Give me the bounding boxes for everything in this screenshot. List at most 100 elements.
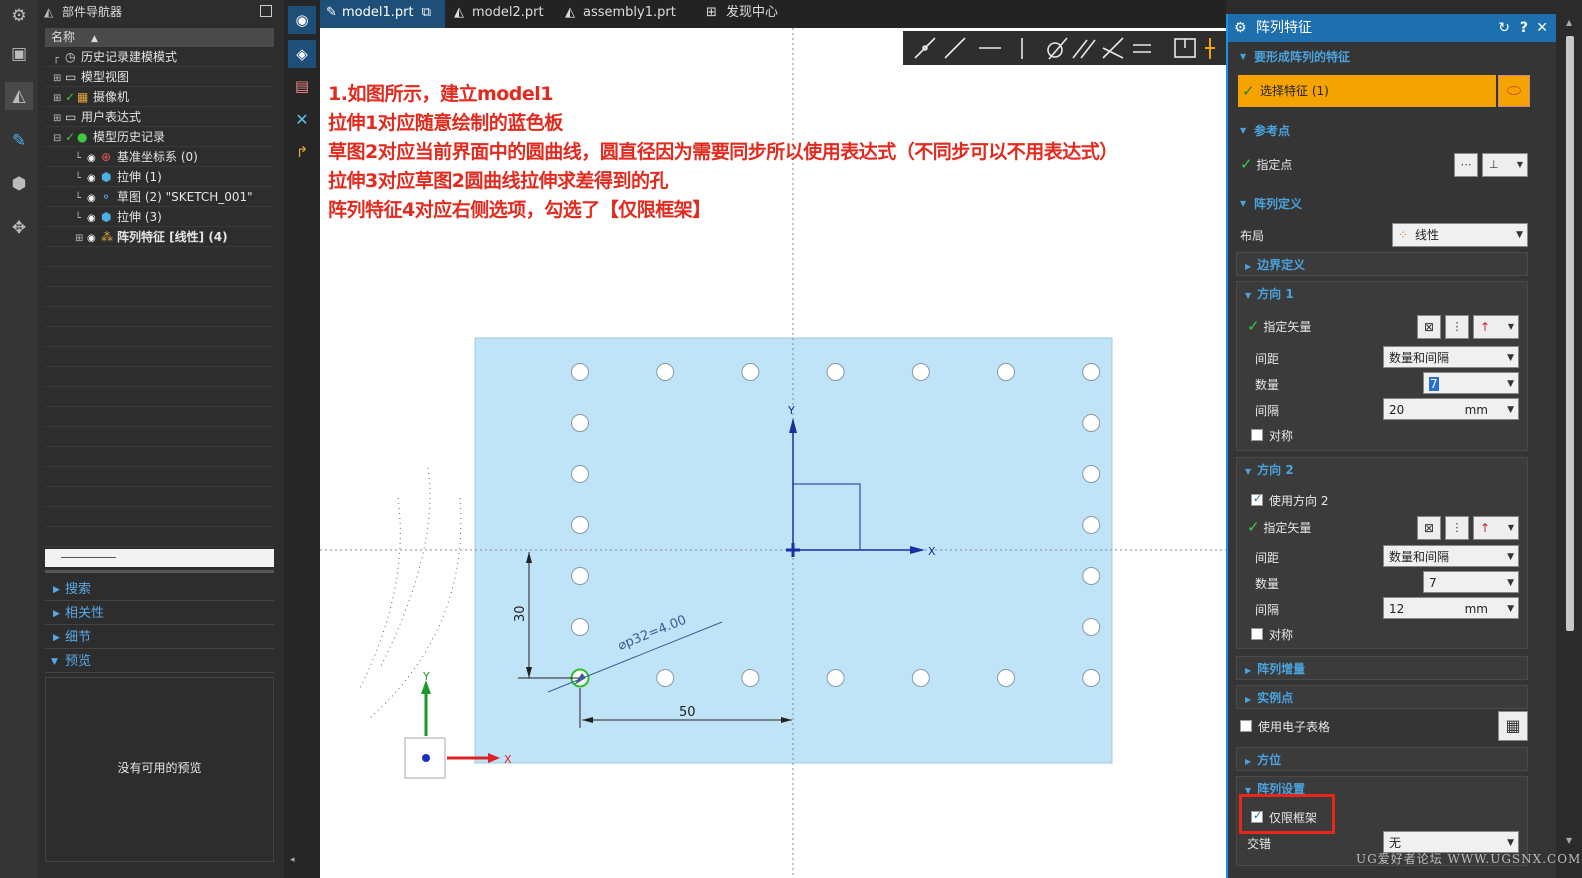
tree-node[interactable]: ┌ ◷ 历史记录建模模式 <box>45 47 274 67</box>
expand-icon[interactable]: └ <box>75 169 87 189</box>
pattern-hole[interactable] <box>1082 669 1101 687</box>
expand-icon[interactable]: ⊞ <box>75 229 87 249</box>
dir2-pitch-field[interactable]: 12 mm ▼ <box>1383 597 1519 619</box>
tree-node[interactable]: └ ◉ ⊕ 基准坐标系 (0) <box>45 147 274 167</box>
tree-node[interactable]: ⊞ ▭ 模型视图 <box>45 67 274 87</box>
tab-model1[interactable]: ✎ model1.prt ⧉ ✕ <box>320 0 445 46</box>
part-navigator-icon[interactable]: ◭ <box>5 82 33 110</box>
dialog-scrollbar[interactable]: ▲ ▼ <box>1560 14 1582 878</box>
pattern-hole[interactable] <box>1082 363 1101 381</box>
pattern-hole[interactable] <box>826 363 845 381</box>
expand-icon[interactable]: ⊟ <box>53 129 65 149</box>
section-details[interactable]: ▶ 细节 <box>45 627 274 649</box>
visibility-check-icon[interactable]: ✓ <box>65 127 77 147</box>
curve-icon[interactable]: ↱ <box>288 138 316 166</box>
visibility-check-icon[interactable]: ✓ <box>65 87 77 107</box>
scroll-down-icon[interactable]: ▼ <box>1566 836 1572 845</box>
expand-icon[interactable]: ⊞ <box>53 89 65 109</box>
pattern-hole[interactable] <box>571 618 589 636</box>
expand-icon[interactable]: ⊞ <box>53 69 65 89</box>
orientation-panel[interactable]: ▶ 方位 <box>1236 747 1528 771</box>
dir1-pitch-field[interactable]: 20 mm ▼ <box>1383 398 1519 420</box>
vector-type-dropdown[interactable]: ↑ ▼ <box>1473 315 1519 339</box>
use-spreadsheet-checkbox[interactable] <box>1240 720 1252 732</box>
tab-assembly1[interactable]: ◭ assembly1.prt ⧉ <box>561 0 691 46</box>
pattern-hole[interactable] <box>997 669 1015 687</box>
layer-icon[interactable]: ◈ <box>288 40 316 68</box>
pattern-hole[interactable] <box>656 363 675 381</box>
settings-icon[interactable]: ⚙ <box>5 2 33 30</box>
pattern-hole[interactable] <box>571 414 589 432</box>
pattern-hole[interactable] <box>911 363 930 381</box>
pattern-hole[interactable] <box>1082 414 1101 432</box>
collapse-icon[interactable]: ◂ <box>290 855 295 865</box>
boundary-definition-panel[interactable]: ▶ 边界定义 <box>1236 252 1528 276</box>
dir2-spacing-dropdown[interactable]: 数量和间隔 ▼ <box>1383 545 1519 567</box>
dir1-symmetric-checkbox[interactable] <box>1251 429 1263 441</box>
spreadsheet-icon[interactable]: ▦ <box>1498 711 1528 741</box>
pattern-hole[interactable] <box>571 465 589 483</box>
scroll-up-icon[interactable]: ▲ <box>1566 18 1572 27</box>
expand-icon[interactable]: └ <box>75 209 87 229</box>
direction2-header[interactable]: ▼ 方向 2 <box>1245 460 1294 482</box>
visibility-eye-icon[interactable]: ◉ <box>87 209 101 229</box>
tree-node[interactable]: ⊞ ▭ 用户表达式 <box>45 107 274 127</box>
pattern-hole[interactable] <box>826 669 845 687</box>
section-search[interactable]: ▶ 搜索 <box>45 579 274 601</box>
expand-icon[interactable]: └ <box>75 149 87 169</box>
visibility-eye-icon[interactable]: ◉ <box>87 189 101 209</box>
feature-selector-icon[interactable]: ⬭ <box>1498 75 1530 107</box>
tree-node[interactable]: └ ◉ ⬢ 拉伸 (3) <box>45 207 274 227</box>
section-features-to-pattern[interactable]: ▼ 要形成阵列的特征 <box>1238 46 1542 68</box>
pattern-hole[interactable] <box>1082 516 1101 534</box>
vector-type-dropdown[interactable]: ↑ ▼ <box>1473 516 1519 540</box>
point-dialog-icon[interactable]: ⋯ <box>1454 153 1478 177</box>
reuse-library-icon[interactable]: ⬢ <box>5 170 33 198</box>
section-dependency[interactable]: ▶ 相关性 <box>45 603 274 625</box>
layout-dropdown[interactable]: ⁘ 线性 ▼ <box>1392 223 1528 247</box>
pattern-hole[interactable] <box>571 567 589 585</box>
pattern-increment-panel[interactable]: ▶ 阵列增量 <box>1236 656 1528 680</box>
dir1-count-field[interactable]: 7 ▼ <box>1423 372 1519 394</box>
dir2-count-field[interactable]: 7 ▼ <box>1423 571 1519 593</box>
render-mode-icon[interactable]: ◉ <box>288 6 316 34</box>
reverse-direction-icon[interactable]: ⊠ <box>1417 315 1441 339</box>
pattern-hole[interactable] <box>571 516 589 534</box>
pattern-hole[interactable] <box>1082 465 1101 483</box>
maximize-icon[interactable] <box>260 5 272 17</box>
point-type-dropdown[interactable]: ⊥ ▼ <box>1482 153 1528 177</box>
scroll-thumb[interactable] <box>1566 36 1574 631</box>
visibility-eye-icon[interactable]: ◉ <box>87 169 101 189</box>
assembly-navigator-icon[interactable]: ▣ <box>5 40 33 68</box>
pattern-hole[interactable] <box>741 669 760 687</box>
part-color-icon[interactable]: ▤ <box>288 72 316 100</box>
tree-node[interactable]: └ ◉ ⚬ 草图 (2) "SKETCH_001" <box>45 187 274 207</box>
use-direction2-checkbox[interactable] <box>1251 492 1263 506</box>
tree-node[interactable]: ⊞ ✓ ▦ 摄像机 <box>45 87 274 107</box>
section-preview[interactable]: ▼ 预览 <box>45 651 274 673</box>
expand-icon[interactable]: └ <box>75 189 87 209</box>
tree-node[interactable]: └ ◉ ⬢ 拉伸 (1) <box>45 167 274 187</box>
visibility-eye-icon[interactable]: ◉ <box>87 149 101 169</box>
tree-node[interactable]: ⊟ ✓ ● 模型历史记录 <box>45 127 274 147</box>
reset-icon[interactable]: ↻ <box>1498 14 1510 42</box>
dir1-spacing-dropdown[interactable]: 数量和间隔 ▼ <box>1383 346 1519 368</box>
help-icon[interactable]: ? <box>1520 14 1528 42</box>
tab-model2[interactable]: ◭ model2.prt <box>450 0 560 28</box>
section-pattern-definition[interactable]: ▼ 阵列定义 <box>1238 193 1542 215</box>
tree-node[interactable]: ⊞ ◉ ⁂ 阵列特征 [线性] (4) <box>45 227 274 247</box>
selection-icon[interactable]: ✕ <box>288 106 316 134</box>
navigator-splitter[interactable] <box>45 549 274 567</box>
section-reference-point[interactable]: ▼ 参考点 <box>1238 120 1542 142</box>
graphics-window[interactable]: Y X 30 50 ⌀p32=4.00 Y X 1.如图所示，建立model1 … <box>320 28 1226 878</box>
direction1-header[interactable]: ▼ 方向 1 <box>1245 284 1294 306</box>
instance-points-panel[interactable]: ▶ 实例点 <box>1236 685 1528 709</box>
dir2-symmetric-checkbox[interactable] <box>1251 628 1263 640</box>
pattern-hole[interactable] <box>1082 567 1101 585</box>
column-header[interactable]: 名称 ▲ <box>45 28 274 47</box>
vector-dialog-icon[interactable]: ⋮ <box>1445 516 1469 540</box>
pattern-hole[interactable] <box>656 669 675 687</box>
pattern-hole[interactable] <box>997 363 1015 381</box>
pattern-hole[interactable] <box>911 669 930 687</box>
reverse-direction-icon[interactable]: ⊠ <box>1417 516 1441 540</box>
